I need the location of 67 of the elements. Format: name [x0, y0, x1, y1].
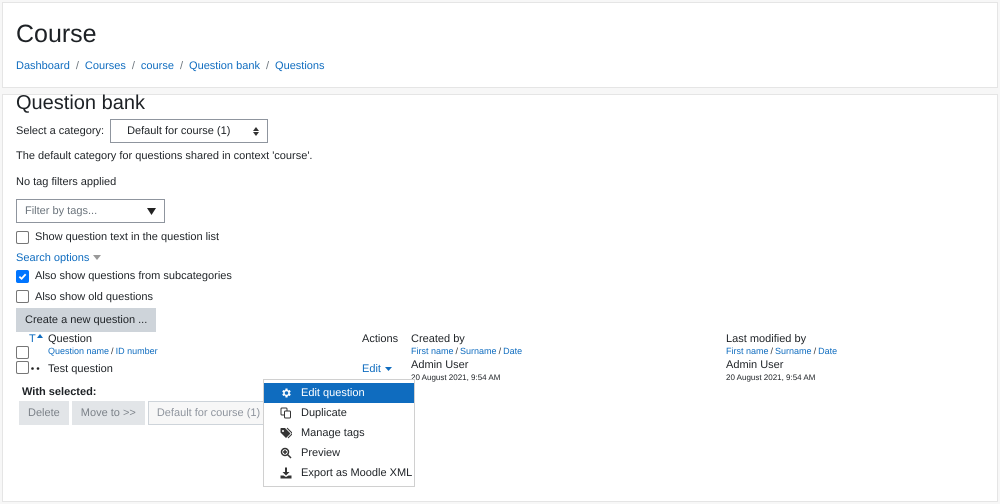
creator-sort-link[interactable]: Surname [460, 346, 497, 356]
edit-menu-toggle[interactable]: Edit [362, 361, 381, 378]
search-options-toggle[interactable]: Search options [16, 250, 90, 266]
breadcrumb-link[interactable]: Courses [84, 58, 126, 74]
bulk-action-button[interactable]: Move to >> [72, 401, 145, 426]
separator: / [498, 346, 502, 356]
checkbox[interactable] [16, 290, 29, 304]
breadcrumb-link[interactable]: Question bank [189, 58, 260, 74]
category-select[interactable]: Default for course (1) [110, 119, 268, 143]
modifier-name: Admin User [726, 359, 784, 373]
column-header: Actions [362, 332, 400, 347]
dots-icon [31, 367, 40, 370]
checkbox-label: Show question text in the question list [35, 230, 220, 245]
creator-sort-link[interactable]: Date [503, 346, 522, 356]
question-name-sort-link[interactable]: ID number [116, 346, 158, 356]
menu-item[interactable]: Preview [264, 443, 414, 463]
zoom-in-icon [280, 447, 292, 459]
breadcrumb-link[interactable]: Questions [275, 58, 325, 74]
bulk-action-button[interactable]: Delete [19, 401, 69, 426]
modifier-sort-link[interactable]: Surname [775, 346, 812, 356]
caret-icon [147, 208, 156, 214]
menu-item[interactable]: Manage tags [264, 423, 414, 443]
checkbox-label: Also show questions from subcategories [35, 269, 232, 284]
breadcrumb-separator: / [180, 59, 184, 74]
caret-icon [93, 255, 102, 260]
select-all-checkbox[interactable] [16, 346, 29, 359]
category-note: The default category for questions shared in context 'course'. [16, 149, 314, 164]
separator: / [814, 346, 816, 356]
separator: / [770, 346, 774, 356]
with-selected-label: With selected: [22, 384, 96, 400]
section-heading: Question bank [16, 93, 146, 113]
modified-date: 20 August 2021, 9:54 AM [726, 372, 816, 383]
column-header: Last modified by [726, 332, 808, 346]
column-header: Question [48, 332, 94, 346]
page-title: Course [16, 19, 98, 49]
gear-icon [280, 387, 292, 399]
checkbox[interactable] [16, 230, 29, 244]
breadcrumb-link[interactable]: Dashboard [16, 58, 70, 74]
tag-filter-status: No tag filters applied [16, 174, 118, 190]
row-checkbox[interactable] [16, 361, 29, 374]
breadcrumb-separator: / [132, 59, 135, 74]
creator-name: Admin User [411, 359, 470, 373]
separator: / [456, 346, 458, 356]
column-header: Created by [411, 332, 466, 346]
type-sort-link[interactable]: T [29, 332, 36, 346]
modifier-sort-link[interactable]: Date [818, 346, 838, 356]
tag-icon [280, 427, 292, 439]
creator-sort-link[interactable]: First name [411, 346, 454, 356]
menu-item[interactable]: Export as Moodle XML [264, 463, 414, 483]
category-label: Select a category: [16, 124, 104, 139]
separator: / [111, 346, 114, 356]
checkbox-label: Also show old questions [35, 290, 154, 304]
sort-ascending-icon [36, 334, 43, 338]
caret-icon [384, 367, 392, 372]
tag-filter-field[interactable]: Filter by tags... [16, 199, 165, 223]
sort-arrows-icon [253, 126, 260, 136]
checkbox[interactable] [16, 270, 29, 283]
breadcrumb-link[interactable]: course [140, 58, 174, 74]
question-name-sort-link[interactable]: Question name [48, 346, 110, 356]
modifier-sort-link[interactable]: First name [726, 346, 769, 356]
download-icon [280, 467, 292, 479]
breadcrumb-separator: / [266, 59, 270, 74]
question-name: Test question [48, 362, 114, 377]
breadcrumb-separator: / [76, 59, 79, 74]
copy-icon [280, 407, 292, 419]
create-question-button[interactable]: Create a new question ... [16, 308, 156, 332]
menu-item[interactable]: Edit question [264, 383, 414, 403]
